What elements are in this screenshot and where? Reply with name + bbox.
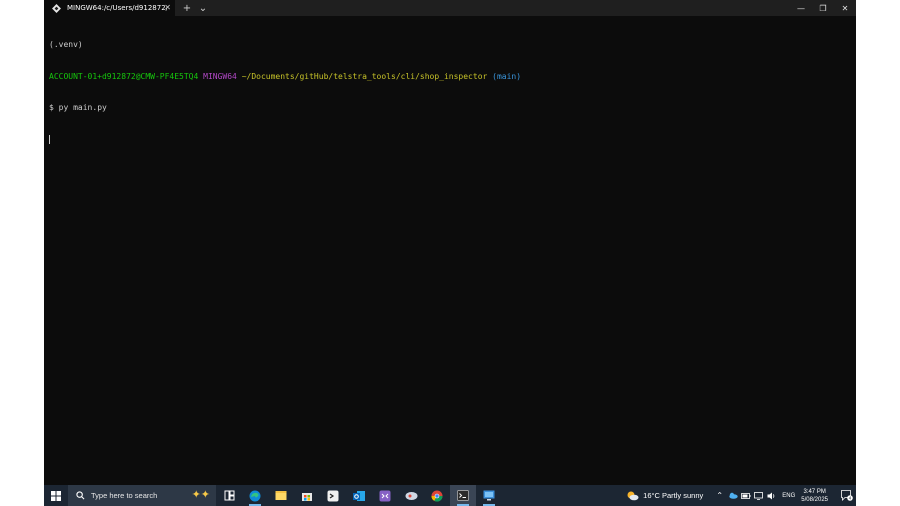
snipping-tool-button[interactable] bbox=[398, 485, 424, 506]
monitor-icon bbox=[754, 491, 764, 500]
close-button[interactable]: ✕ bbox=[834, 0, 856, 16]
search-icon bbox=[76, 491, 85, 500]
file-explorer-button[interactable] bbox=[268, 485, 294, 506]
notification-icon: 4 bbox=[841, 490, 853, 501]
prompt-header-line: ACCOUNT-01+d912872@CMW-PF4E5TQ4 MINGW64 … bbox=[49, 72, 852, 83]
notification-center-button[interactable]: 4 bbox=[838, 485, 856, 506]
visual-studio-button[interactable] bbox=[372, 485, 398, 506]
sparkle-icon: ✦✦ bbox=[191, 488, 210, 501]
terminal-button[interactable] bbox=[450, 485, 476, 506]
chevron-down-icon[interactable]: ⌄ bbox=[195, 0, 211, 16]
app-button[interactable] bbox=[320, 485, 346, 506]
new-tab-button[interactable]: + bbox=[179, 0, 195, 16]
command-line: $ py main.py bbox=[49, 103, 852, 114]
start-button[interactable] bbox=[44, 485, 68, 506]
task-view-icon bbox=[224, 490, 234, 501]
terminal-window: MINGW64:/c/Users/d912872/[ ✕ + ⌄ — ❐ ✕ (… bbox=[44, 0, 856, 485]
restore-button[interactable]: ❐ bbox=[812, 0, 834, 16]
taskbar: Type here to search ✦✦ 16°C Partly sunny… bbox=[44, 485, 856, 506]
tab-mingw64[interactable]: MINGW64:/c/Users/d912872/[ ✕ bbox=[44, 0, 175, 16]
git-branch: (main) bbox=[492, 71, 522, 81]
tab-title: MINGW64:/c/Users/d912872/[ bbox=[67, 4, 167, 12]
text-cursor bbox=[49, 134, 50, 144]
terminal-output[interactable]: (.venv) ACCOUNT-01+d912872@CMW-PF4E5TQ4 … bbox=[49, 19, 852, 485]
command-text: py main.py bbox=[58, 103, 107, 112]
store-icon bbox=[302, 492, 312, 501]
network-icon[interactable] bbox=[752, 485, 765, 506]
current-directory: ~/Documents/gitHub/telstra_tools/cli/sho… bbox=[241, 71, 488, 81]
speaker-icon bbox=[767, 492, 775, 499]
windows-terminal-icon bbox=[457, 490, 469, 501]
edge-icon bbox=[249, 490, 261, 501]
window-controls: — ❐ ✕ bbox=[790, 0, 856, 16]
weather-text: 16°C Partly sunny bbox=[643, 491, 704, 500]
terminal-app-icon bbox=[327, 490, 339, 501]
vs-icon bbox=[379, 490, 391, 501]
user-host: ACCOUNT-01+d912872@CMW-PF4E5TQ4 bbox=[49, 71, 199, 81]
clock[interactable]: 3:47 PM 5/08/2025 bbox=[801, 488, 828, 504]
outlook-icon bbox=[353, 490, 365, 501]
file-explorer-icon bbox=[275, 491, 287, 500]
clock-time: 3:47 PM bbox=[803, 488, 826, 495]
system-tray: 16°C Partly sunny ⌃ ENG 3:47 PM 5/08/202… bbox=[626, 485, 856, 506]
remote-desktop-button[interactable] bbox=[476, 485, 502, 506]
search-placeholder: Type here to search bbox=[91, 491, 158, 500]
volume-icon[interactable] bbox=[765, 485, 778, 506]
chrome-icon bbox=[431, 490, 443, 502]
clock-date: 5/08/2025 bbox=[801, 496, 828, 503]
search-box[interactable]: Type here to search ✦✦ bbox=[68, 485, 216, 506]
battery-shape-icon bbox=[740, 492, 751, 499]
venv-line: (.venv) bbox=[49, 40, 83, 49]
task-view-button[interactable] bbox=[216, 485, 242, 506]
git-bash-icon bbox=[52, 3, 61, 13]
title-bar: MINGW64:/c/Users/d912872/[ ✕ + ⌄ — ❐ ✕ bbox=[44, 0, 856, 16]
prompt-symbol: $ bbox=[49, 103, 54, 112]
partly-sunny-icon bbox=[627, 491, 639, 501]
windows-logo-icon bbox=[51, 490, 61, 501]
onedrive-icon[interactable] bbox=[726, 485, 739, 506]
outlook-button[interactable] bbox=[346, 485, 372, 506]
close-tab-icon[interactable]: ✕ bbox=[164, 3, 171, 13]
cursor-line bbox=[49, 134, 852, 146]
battery-icon[interactable] bbox=[739, 485, 752, 506]
chrome-button[interactable] bbox=[424, 485, 450, 506]
language-indicator[interactable]: ENG bbox=[782, 493, 795, 499]
weather-widget[interactable]: 16°C Partly sunny bbox=[626, 490, 703, 501]
snip-icon bbox=[405, 492, 417, 500]
edge-button[interactable] bbox=[242, 485, 268, 506]
remote-desktop-icon bbox=[483, 490, 495, 501]
cloud-icon bbox=[729, 492, 738, 499]
minimize-button[interactable]: — bbox=[790, 0, 812, 16]
chevron-up-icon[interactable]: ⌃ bbox=[713, 485, 726, 506]
shell-name: MINGW64 bbox=[203, 71, 237, 81]
store-button[interactable] bbox=[294, 485, 320, 506]
